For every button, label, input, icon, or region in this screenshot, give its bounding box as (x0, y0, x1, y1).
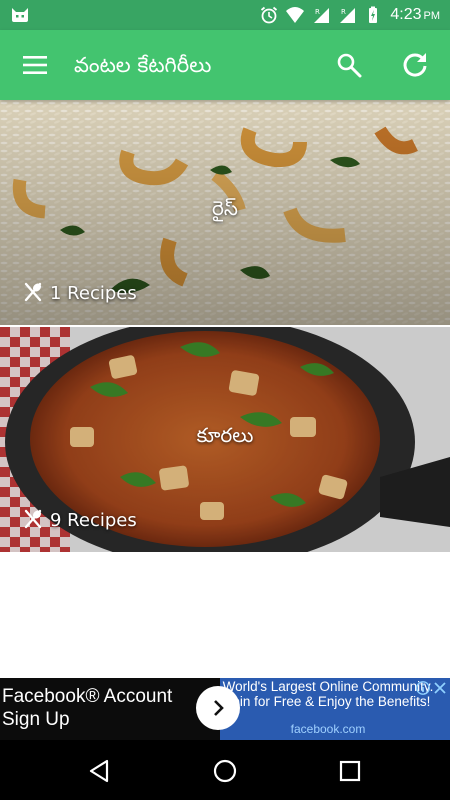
svg-text:R: R (341, 8, 346, 16)
recipe-count-label: 9 Recipes (50, 509, 137, 531)
category-card-curries[interactable]: కూరలు 9 Recipes (0, 327, 450, 552)
utensils-icon (24, 282, 42, 302)
ad-domain: facebook.com (290, 722, 366, 736)
recipe-count-label: 1 Recipes (50, 282, 137, 304)
wifi-icon (286, 7, 305, 23)
back-icon[interactable] (87, 758, 113, 784)
adchoices-info-icon[interactable] (416, 681, 430, 695)
category-card-rice[interactable]: రైస్ 1 Recipes (0, 100, 450, 325)
app-bar: వంటల కేటగిరీలు (0, 30, 450, 100)
recipe-count: 1 Recipes (22, 280, 137, 306)
navigation-bar (0, 740, 450, 800)
recents-icon[interactable] (337, 758, 363, 784)
signal-r-icon: R (314, 8, 330, 23)
menu-icon[interactable] (22, 52, 48, 78)
svg-text:R: R (315, 8, 320, 16)
chevron-right-icon (214, 700, 224, 716)
category-name: రైస్ (212, 196, 238, 220)
close-icon[interactable] (433, 681, 447, 695)
signal-r-icon: R (340, 8, 356, 23)
android-cat-icon (12, 8, 28, 22)
refresh-icon[interactable] (401, 50, 429, 78)
ad-headline: Facebook® Account Sign Up (2, 686, 173, 730)
search-icon[interactable] (336, 52, 362, 78)
recipe-count: 9 Recipes (22, 507, 137, 533)
ad-banner[interactable]: Facebook® Account Sign Up World's Larges… (0, 678, 450, 740)
utensils-icon (24, 509, 42, 529)
status-bar: R R 4:23 PM (0, 0, 450, 30)
ad-promo[interactable]: World's Largest Online Community. Join f… (220, 678, 450, 740)
category-name: కూరలు (196, 423, 254, 447)
ad-cta-button[interactable] (196, 686, 240, 730)
battery-charging-icon (369, 6, 378, 23)
home-icon[interactable] (212, 758, 238, 784)
page-title: వంటల కేటగిరీలు (74, 53, 212, 77)
ad-promo-text: World's Largest Online Community. Join f… (222, 679, 434, 709)
status-time: 4:23 PM (390, 6, 440, 23)
alarm-icon (261, 6, 278, 24)
